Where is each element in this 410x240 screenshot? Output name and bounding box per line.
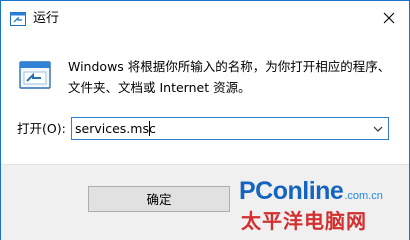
close-button[interactable] bbox=[373, 4, 405, 32]
description-line-1: Windows 将根据你所输入的名称，为你打开相应的程序、 bbox=[68, 59, 391, 74]
window-title: 运行 bbox=[33, 11, 60, 26]
description: Windows 将根据你所输入的名称，为你打开相应的程序、 文件夹、文档或 In… bbox=[68, 56, 391, 98]
ok-button[interactable]: 确定 bbox=[88, 186, 230, 212]
watermark-domain: .com.cn bbox=[344, 190, 383, 202]
run-icon bbox=[19, 59, 53, 93]
title-bar[interactable]: 运行 bbox=[1, 1, 409, 37]
run-dialog: 运行 Windows 将根据你所输入的名称，为你打开相应的程序、 文件夹、文档或… bbox=[0, 0, 410, 240]
open-input[interactable] bbox=[75, 119, 360, 138]
open-label: 打开(O): bbox=[17, 121, 66, 136]
dropdown-button[interactable] bbox=[369, 119, 387, 138]
watermark-chinese: 太平洋电脑网 bbox=[241, 209, 367, 233]
chevron-down-icon bbox=[373, 126, 383, 132]
open-combobox[interactable] bbox=[71, 117, 389, 140]
pconline-watermark: PConline.com.cn 太平洋电脑网 bbox=[239, 177, 409, 233]
dialog-body: Windows 将根据你所输入的名称，为你打开相应的程序、 文件夹、文档或 In… bbox=[1, 37, 409, 164]
text-cursor bbox=[149, 121, 150, 136]
description-line-2: 文件夹、文档或 Internet 资源。 bbox=[68, 80, 251, 95]
run-app-icon bbox=[10, 11, 26, 26]
watermark-top: PConline.com.cn bbox=[239, 177, 383, 205]
watermark-brand: PConline bbox=[239, 177, 344, 205]
close-icon bbox=[383, 12, 395, 24]
